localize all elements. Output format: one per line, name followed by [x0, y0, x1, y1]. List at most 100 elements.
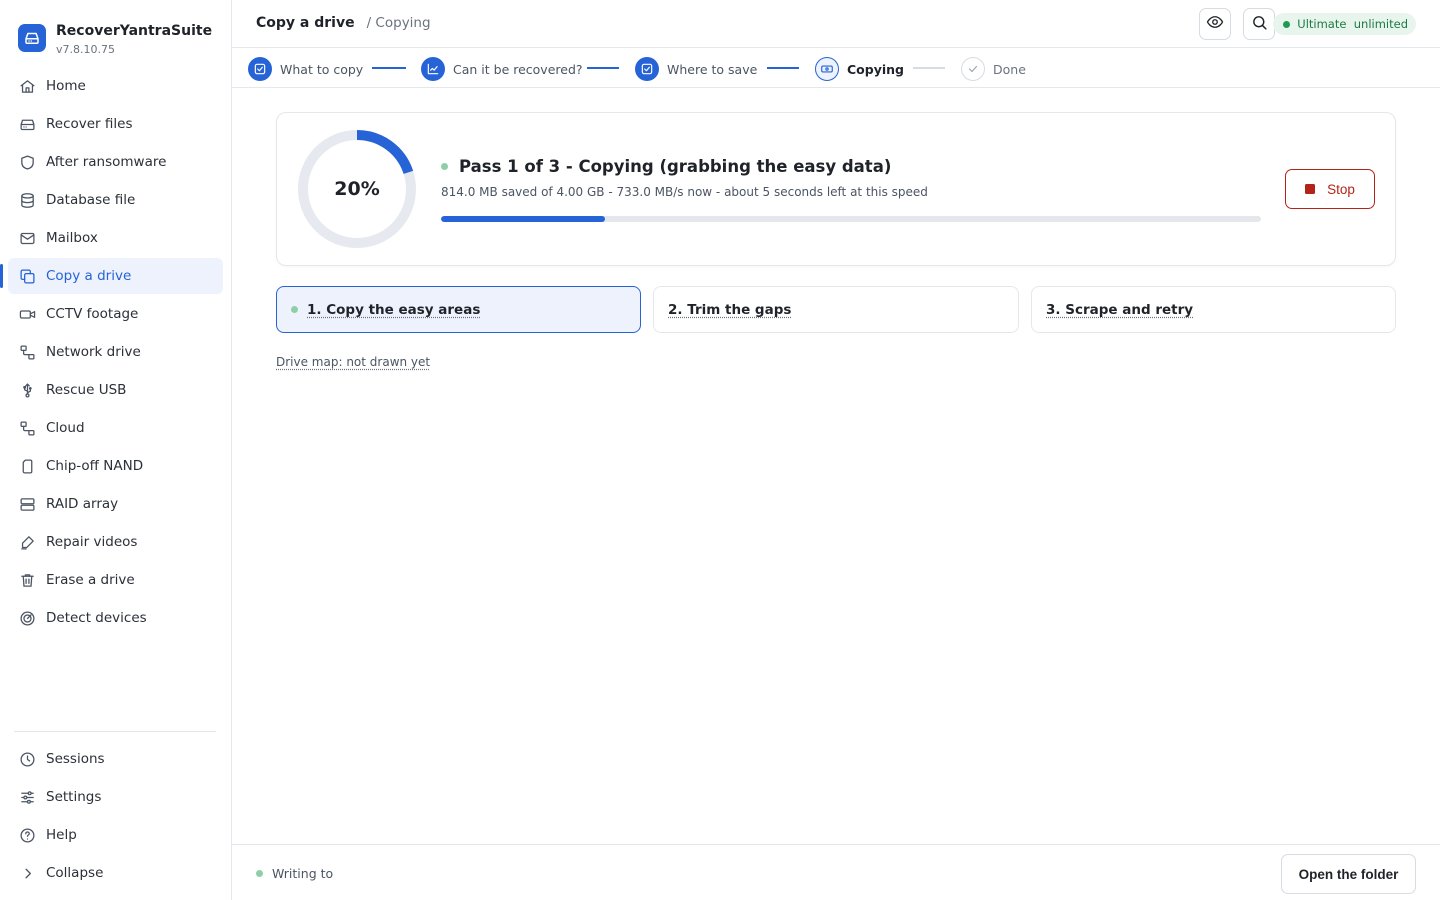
- step-connector: [372, 67, 406, 69]
- writing-status: Writing to: [256, 866, 333, 881]
- breadcrumb: Copy a drive / Copying: [256, 15, 431, 31]
- sidebar-item-detect-devices[interactable]: Detect devices: [8, 600, 223, 636]
- sidebar-item-network-drive[interactable]: Network drive: [8, 334, 223, 370]
- top-bar: Copy a drive / Copying Ultimate unlimite…: [232, 0, 1440, 48]
- radar-icon: [18, 609, 36, 627]
- step-label: Done: [993, 61, 1026, 77]
- sidebar-item-after-ransomware[interactable]: After ransomware: [8, 144, 223, 180]
- check-icon: [248, 57, 272, 81]
- phase-label: 3. Scrape and retry: [1046, 301, 1194, 318]
- license-badge: Ultimate unlimited: [1273, 13, 1416, 35]
- progress-percent: 20%: [334, 178, 380, 200]
- step-connector: [913, 67, 945, 69]
- sidebar-item-mailbox[interactable]: Mailbox: [8, 220, 223, 256]
- sidebar-item-database-file[interactable]: Database file: [8, 182, 223, 218]
- sidebar-item-erase-a-drive[interactable]: Erase a drive: [8, 562, 223, 598]
- pass-title: Pass 1 of 3 - Copying (grabbing the easy…: [441, 157, 891, 176]
- cloud-network-icon: [18, 419, 36, 437]
- preview-button[interactable]: [1199, 8, 1231, 40]
- step-where-to-save[interactable]: Where to save: [635, 57, 757, 81]
- sidebar-item-label: Copy a drive: [46, 268, 132, 284]
- phase-copy-easy-areas[interactable]: 1. Copy the easy areas: [276, 286, 641, 333]
- search-button[interactable]: [1243, 8, 1275, 40]
- sidebar-item-collapse[interactable]: Collapse: [8, 855, 223, 891]
- usb-icon: [18, 381, 36, 399]
- sidebar-item-label: Chip-off NAND: [46, 458, 144, 474]
- help-icon: [18, 826, 36, 844]
- step-label: What to copy: [280, 61, 364, 77]
- step-copying[interactable]: Copying: [815, 57, 904, 81]
- step-connector: [767, 67, 799, 69]
- sidebar-item-label: CCTV footage: [46, 306, 139, 322]
- sidebar-item-label: Sessions: [46, 751, 105, 767]
- step-what-to-copy[interactable]: What to copy: [248, 57, 363, 81]
- step-can-it-be-recovered[interactable]: Can it be recovered?: [421, 57, 583, 81]
- chart-check-icon: [421, 57, 445, 81]
- video-camera-icon: [18, 305, 36, 323]
- sidebar-item-recover-files[interactable]: Recover files: [8, 106, 223, 142]
- writing-status-dot: [256, 870, 263, 877]
- clock-icon: [18, 750, 36, 768]
- license-badge-label: Ultimate unlimited: [1297, 17, 1408, 31]
- sidebar-item-label: Detect devices: [46, 610, 147, 626]
- sidebar-item-copy-a-drive[interactable]: Copy a drive: [0, 258, 223, 294]
- pass-status-dot: [441, 163, 448, 170]
- sidebar-item-home[interactable]: Home: [8, 68, 223, 104]
- step-done[interactable]: Done: [961, 57, 1026, 81]
- sliders-icon: [18, 788, 36, 806]
- stop-button[interactable]: Stop: [1285, 169, 1375, 209]
- sidebar-item-label: Network drive: [46, 344, 141, 360]
- pass-detail: 814.0 MB saved of 4.00 GB - 733.0 MB/s n…: [441, 185, 928, 199]
- sidebar-item-label: Repair videos: [46, 534, 138, 550]
- sidebar-item-label: After ransomware: [46, 154, 167, 170]
- sidebar-item-raid-array[interactable]: RAID array: [8, 486, 223, 522]
- license-status-dot: [1283, 20, 1291, 28]
- sidebar-item-cctv-footage[interactable]: CCTV footage: [8, 296, 223, 332]
- network-icon: [18, 343, 36, 361]
- footer-bar: Writing to Open the folder: [232, 844, 1440, 900]
- eye-icon: [1206, 13, 1224, 35]
- stop-icon: [1305, 184, 1316, 194]
- copy-icon: [18, 267, 36, 285]
- sidebar-item-label: RAID array: [46, 496, 119, 512]
- home-icon: [18, 77, 36, 95]
- brand: RecoverYantraSuite v7.8.10.75: [18, 22, 212, 57]
- sidebar-bottom-nav: Sessions Settings Help Collapse: [8, 741, 223, 893]
- open-folder-button[interactable]: Open the folder: [1281, 854, 1416, 894]
- sidebar-item-label: Settings: [46, 789, 102, 805]
- drive-map-link[interactable]: Drive map: not drawn yet: [276, 355, 430, 369]
- sidebar: RecoverYantraSuite v7.8.10.75 Home Recov…: [0, 0, 232, 900]
- sidebar-item-label: Database file: [46, 192, 136, 208]
- copy-progress-card: 20% Pass 1 of 3 - Copying (grabbing the …: [276, 112, 1396, 266]
- sidebar-item-label: Home: [46, 78, 86, 94]
- sidebar-item-cloud[interactable]: Cloud: [8, 410, 223, 446]
- database-icon: [18, 191, 36, 209]
- pass-title-text: Pass 1 of 3 - Copying (grabbing the easy…: [459, 157, 892, 176]
- check-icon: [635, 57, 659, 81]
- sidebar-item-settings[interactable]: Settings: [8, 779, 223, 815]
- phase-scrape-retry[interactable]: 3. Scrape and retry: [1031, 286, 1396, 333]
- progress-bar-fill: [441, 216, 605, 222]
- check-icon: [961, 57, 985, 81]
- sidebar-item-sessions[interactable]: Sessions: [8, 741, 223, 777]
- sidebar-item-label: Erase a drive: [46, 572, 135, 588]
- step-label: Where to save: [667, 61, 758, 77]
- phase-label: 2. Trim the gaps: [668, 301, 792, 318]
- search-icon: [1251, 14, 1268, 35]
- phase-label: 1. Copy the easy areas: [307, 301, 481, 318]
- sidebar-item-chip-off-nand[interactable]: Chip-off NAND: [8, 448, 223, 484]
- sidebar-item-help[interactable]: Help: [8, 817, 223, 853]
- page-title: Copy a drive: [256, 15, 355, 31]
- app-version: v7.8.10.75: [56, 43, 115, 56]
- sidebar-item-label: Mailbox: [46, 230, 98, 246]
- step-label: Copying: [847, 61, 904, 77]
- sidebar-item-rescue-usb[interactable]: Rescue USB: [8, 372, 223, 408]
- sidebar-item-label: Collapse: [46, 865, 104, 881]
- trash-icon: [18, 571, 36, 589]
- page-subtitle: / Copying: [366, 15, 431, 31]
- phase-trim-gaps[interactable]: 2. Trim the gaps: [653, 286, 1019, 333]
- sidebar-item-label: Recover files: [46, 116, 133, 132]
- step-label: Can it be recovered?: [453, 61, 583, 77]
- shield-icon: [18, 153, 36, 171]
- sidebar-item-repair-videos[interactable]: Repair videos: [8, 524, 223, 560]
